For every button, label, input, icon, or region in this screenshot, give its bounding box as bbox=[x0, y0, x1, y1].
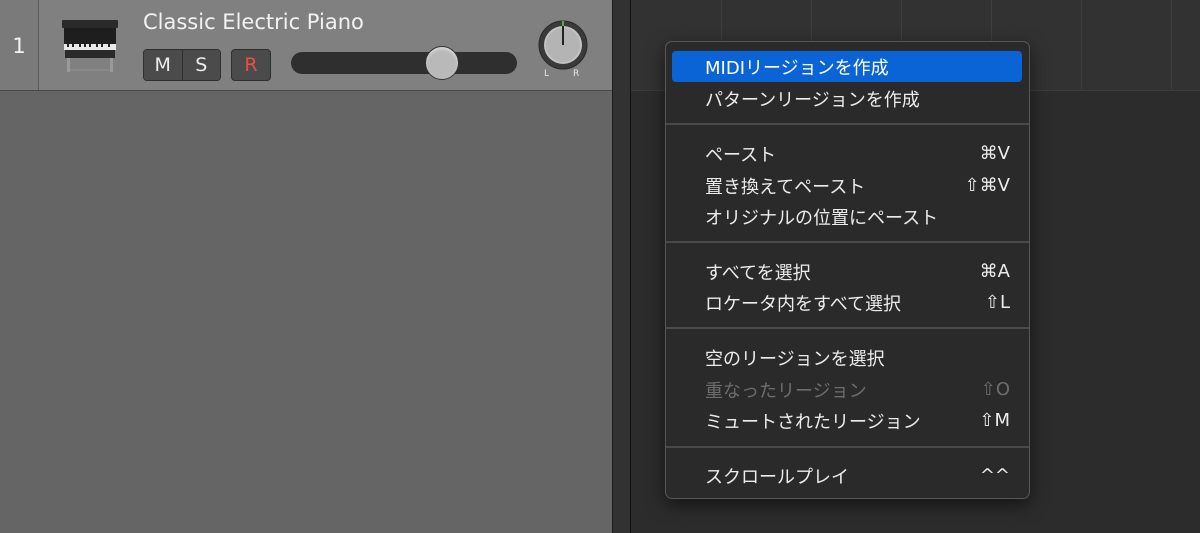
menu-item-label: ロケータ内をすべて選択 bbox=[705, 293, 902, 315]
record-enable-button[interactable]: R bbox=[231, 49, 271, 81]
mute-solo-group: M S bbox=[143, 49, 221, 81]
panel-divider[interactable] bbox=[612, 0, 631, 533]
menu-item-label: ミュートされたリージョン bbox=[705, 411, 921, 433]
pan-right-label: R bbox=[573, 69, 580, 79]
menu-item-muted-regions[interactable]: ミュートされたリージョン ⇧M bbox=[672, 405, 1022, 436]
mute-button[interactable]: M bbox=[144, 50, 182, 80]
volume-slider[interactable] bbox=[291, 46, 517, 80]
menu-item-label: ペースト bbox=[705, 144, 777, 166]
menu-item-shortcut: ⇧O bbox=[980, 379, 1010, 400]
menu-item-label: オリジナルの位置にペースト bbox=[705, 207, 939, 229]
menu-item-paste[interactable]: ペースト ⌘V bbox=[672, 138, 1022, 169]
menu-item-shortcut: ⌘A bbox=[979, 261, 1010, 282]
track-list-panel: 1 Classic Electric Piano M S R L R bbox=[0, 0, 612, 533]
menu-separator bbox=[666, 446, 1029, 448]
menu-item-paste-at-original-position[interactable]: オリジナルの位置にペースト bbox=[672, 201, 1022, 232]
track-header[interactable]: 1 Classic Electric Piano M S R L R bbox=[0, 0, 612, 91]
menu-item-create-midi-region[interactable]: MIDIリージョンを作成 bbox=[672, 51, 1022, 82]
menu-separator bbox=[666, 241, 1029, 243]
menu-item-label: 空のリージョンを選択 bbox=[705, 348, 885, 370]
grid-line bbox=[1081, 0, 1082, 90]
menu-item-shortcut: ⌘V bbox=[979, 143, 1010, 164]
menu-item-label: すべてを選択 bbox=[705, 262, 811, 284]
menu-item-shortcut: ⇧M bbox=[979, 410, 1010, 431]
menu-item-label: MIDIリージョンを作成 bbox=[705, 57, 889, 79]
menu-item-label: 重なったリージョン bbox=[705, 380, 867, 402]
volume-slider-thumb[interactable] bbox=[424, 46, 459, 80]
menu-item-label: 置き換えてペースト bbox=[705, 176, 866, 198]
track-name[interactable]: Classic Electric Piano bbox=[143, 10, 364, 34]
track-number: 1 bbox=[12, 34, 26, 58]
menu-item-overlapped-regions: 重なったリージョン ⇧O bbox=[672, 374, 1022, 405]
menu-item-shortcut: ^^ bbox=[979, 465, 1010, 486]
menu-item-shortcut: ⇧⌘V bbox=[964, 175, 1010, 196]
menu-item-scroll-play[interactable]: スクロールプレイ ^^ bbox=[672, 460, 1022, 491]
solo-button[interactable]: S bbox=[181, 50, 220, 80]
pan-left-label: L bbox=[544, 69, 550, 79]
menu-item-select-all[interactable]: すべてを選択 ⌘A bbox=[672, 256, 1022, 287]
menu-item-select-all-in-locators[interactable]: ロケータ内をすべて選択 ⇧L bbox=[672, 287, 1022, 318]
grid-line bbox=[1171, 0, 1172, 90]
menu-item-create-pattern-region[interactable]: パターンリージョンを作成 bbox=[672, 83, 1022, 114]
menu-item-label: パターンリージョンを作成 bbox=[705, 89, 920, 111]
menu-item-paste-replace[interactable]: 置き換えてペースト ⇧⌘V bbox=[672, 170, 1022, 201]
menu-separator bbox=[666, 123, 1029, 125]
menu-item-shortcut: ⇧L bbox=[984, 292, 1010, 313]
track-number-cell: 1 bbox=[0, 0, 39, 90]
context-menu: MIDIリージョンを作成 パターンリージョンを作成 ペースト ⌘V 置き換えてペ… bbox=[665, 41, 1030, 499]
menu-item-select-empty-regions[interactable]: 空のリージョンを選択 bbox=[672, 342, 1022, 373]
piano-icon bbox=[58, 14, 122, 78]
menu-item-label: スクロールプレイ bbox=[705, 466, 849, 488]
menu-separator bbox=[666, 327, 1029, 329]
pan-knob-icon[interactable] bbox=[537, 19, 589, 75]
